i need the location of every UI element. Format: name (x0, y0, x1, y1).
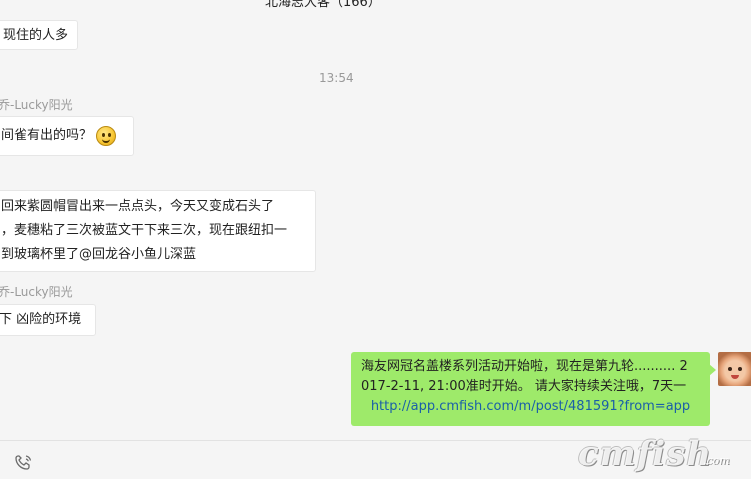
sender-name: 乔-Lucky阳光 (0, 285, 73, 299)
message-text-line: 回来紫圆帽冒出来一点点头，今天又变成石头了 (1, 199, 275, 214)
timestamp: 13:54 (319, 71, 354, 85)
message-text: 现住的人多 (3, 28, 69, 43)
watermark-logo: cmfish (578, 434, 713, 474)
my-message-line: 017-2-11, 21:00准时开始。 请大家持续关注哦，7天一 (361, 379, 687, 394)
message-bubble[interactable]: 回来紫圆帽冒出来一点点头，今天又变成石头了 ，麦穗粘了三次被蓝文干下来三次，现在… (0, 190, 316, 272)
avatar[interactable] (718, 352, 751, 386)
bubble-tail (709, 364, 716, 376)
message-text-line: 到玻璃杯里了@回龙谷小鱼儿深蓝 (1, 247, 197, 262)
message-bubble[interactable]: 下 凶险的环境 (0, 304, 96, 336)
chat-message-area[interactable]: 北海志大客（166） 现住的人多 13:54 乔-Lucky阳光 间雀有出的吗？… (0, 0, 751, 440)
my-message-bubble[interactable]: 海友网冠名盖楼系列活动开始啦，现在是第九轮.......... 2 017-2-… (351, 352, 710, 426)
watermark-logo-suffix: .com (703, 454, 730, 467)
message-text: 下 凶险的环境 (0, 312, 82, 327)
smile-emoji-icon (96, 125, 117, 146)
phone-icon[interactable] (14, 453, 34, 471)
message-text-line: ，麦穗粘了三次被蓝文干下来三次，现在跟纽扣一 (1, 223, 288, 238)
message-bubble[interactable]: 现住的人多 (0, 20, 78, 50)
my-message-line: 海友网冠名盖楼系列活动开始啦，现在是第九轮.......... 2 (361, 359, 688, 374)
chat-title: 北海志大客（166） (265, 0, 381, 10)
sender-name: 乔-Lucky阳光 (0, 98, 73, 112)
message-bubble[interactable]: 间雀有出的吗？ (0, 116, 134, 156)
message-link[interactable]: http://app.cmfish.com/m/post/481591?from… (361, 397, 700, 417)
message-text: 间雀有出的吗？ (1, 128, 93, 143)
